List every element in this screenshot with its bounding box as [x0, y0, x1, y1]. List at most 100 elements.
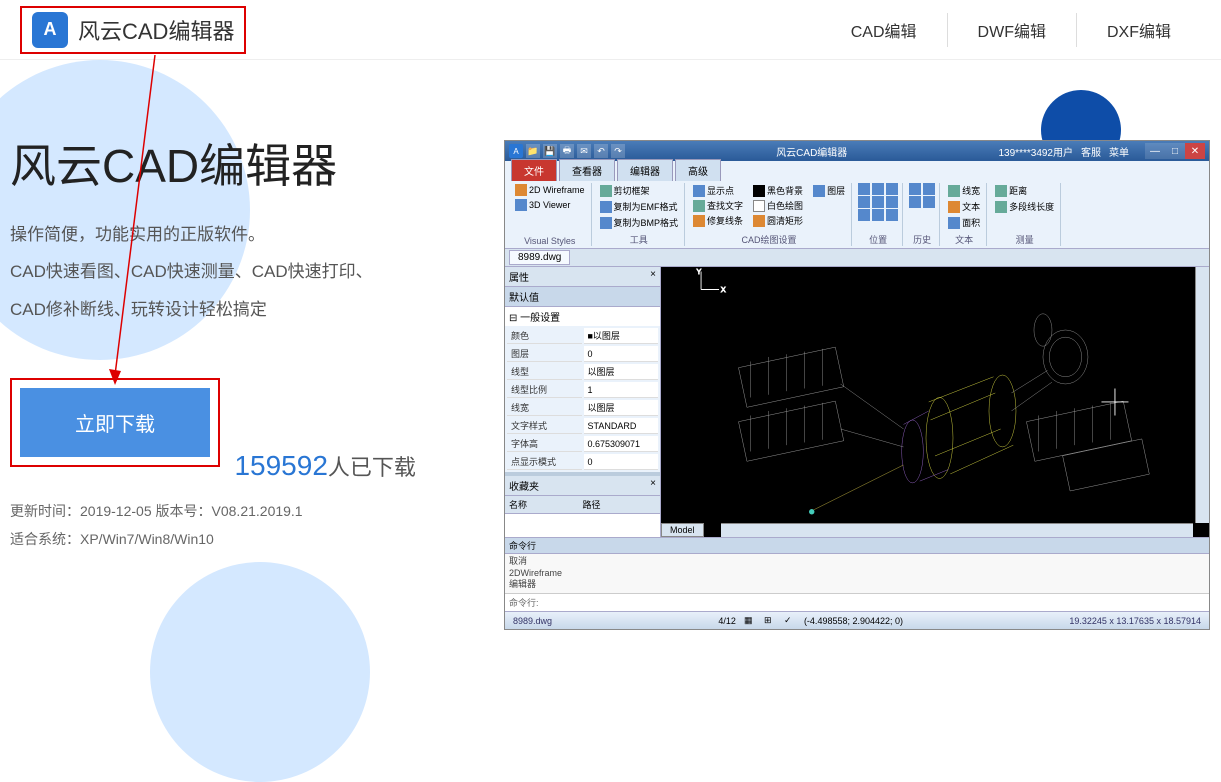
prop-row[interactable]: 线宽以图层 [507, 400, 658, 416]
fix-line-button[interactable]: 修复线条 [691, 213, 745, 228]
status-bar: 8989.dwg 4/12 ▦ ⊞ ✓ (-4.498558; 2.904422… [505, 611, 1209, 629]
ruler-icon [995, 185, 1007, 197]
prop-row[interactable]: 文字样式STANDARD [507, 418, 658, 434]
main-area: 属性 × 默认值 ⊟ 一般设置 颜色■以图层 图层0 线型以图层 线型比例1 线… [505, 267, 1209, 537]
tab-viewer[interactable]: 查看器 [559, 159, 615, 181]
mail-icon[interactable]: ✉ [577, 144, 591, 158]
minimize-button[interactable]: — [1145, 143, 1165, 159]
find-text-button[interactable]: 查找文字 [691, 198, 745, 213]
favorites-columns: 名称 路径 [505, 496, 660, 514]
horizontal-scrollbar[interactable] [721, 523, 1193, 537]
back-icon[interactable] [909, 183, 921, 195]
zoom-out-icon[interactable] [872, 183, 884, 195]
polyline-icon [995, 201, 1007, 213]
print-icon[interactable]: 🖶 [560, 144, 574, 158]
ribbon-group-label: 历史 [909, 231, 935, 246]
tab-file[interactable]: 文件 [511, 159, 557, 181]
command-area: 命令行 取消 2DWireframe 编辑器 命令行: [505, 537, 1209, 611]
prop-row[interactable]: 线型以图层 [507, 364, 658, 380]
tab-advanced[interactable]: 高级 [675, 159, 721, 181]
line-icon [948, 185, 960, 197]
nav-cad-edit[interactable]: CAD编辑 [821, 13, 947, 47]
menu-link[interactable]: 菜单 [1109, 144, 1129, 159]
status-dimensions: 19.32245 x 13.17635 x 18.57914 [1065, 616, 1205, 626]
search-icon [693, 200, 705, 212]
ribbon-group-label: 位置 [858, 231, 898, 246]
redo-icon[interactable]: ↷ [611, 144, 625, 158]
text-button[interactable]: 文本 [946, 199, 982, 214]
copy-emf-button[interactable]: 复制为EMF格式 [598, 199, 681, 214]
close-button[interactable]: ✕ [1185, 143, 1205, 159]
snap-icon[interactable]: ⊞ [764, 615, 776, 627]
layer-button[interactable]: 图层 [811, 183, 847, 198]
linewidth-button[interactable]: 线宽 [946, 183, 982, 198]
maximize-button[interactable]: □ [1165, 143, 1185, 159]
command-input-line[interactable]: 命令行: [505, 594, 1209, 611]
nav-dxf-edit[interactable]: DXF编辑 [1076, 13, 1201, 47]
svg-text:Y: Y [697, 267, 702, 276]
prop-row[interactable]: 字体高0.675309071 [507, 436, 658, 452]
status-coords: (-4.498558; 2.904422; 0) [804, 616, 903, 626]
cad-app-window: A 📁 💾 🖶 ✉ ↶ ↷ 风云CAD编辑器 139****3492用户 客服 … [504, 140, 1210, 630]
grid-icon[interactable]: ▦ [744, 615, 756, 627]
default-value-section[interactable]: 默认值 [505, 287, 660, 307]
undo-icon[interactable]: ↶ [594, 144, 608, 158]
download-highlight-box: 立即下载 [10, 378, 220, 467]
logo-area[interactable]: A 风云CAD编辑器 [20, 6, 246, 54]
zoom-window-icon[interactable] [886, 196, 898, 208]
ribbon-tabs: 文件 查看器 编辑器 高级 [505, 161, 1209, 181]
app-name: 风云CAD编辑器 [78, 14, 234, 46]
black-bg-button[interactable]: 黑色背景 [751, 183, 805, 198]
model-space-tab[interactable]: Model [661, 523, 704, 537]
user-label[interactable]: 139****3492用户 [999, 144, 1074, 159]
cut-frame-button[interactable]: 剪切框架 [598, 183, 681, 198]
copy-icon [600, 201, 612, 213]
tab-editor[interactable]: 编辑器 [617, 159, 673, 181]
service-link[interactable]: 客服 [1081, 144, 1101, 159]
download-button[interactable]: 立即下载 [20, 388, 210, 457]
area-icon [948, 217, 960, 229]
show-point-button[interactable]: 显示点 [691, 183, 745, 198]
view-icon[interactable] [872, 209, 884, 221]
open-icon[interactable]: 📁 [526, 144, 540, 158]
prop-row[interactable]: 线型比例1 [507, 382, 658, 398]
os-info: 适合系统：XP/Win7/Win8/Win10 [10, 525, 470, 553]
prop-row[interactable]: 颜色■以图层 [507, 328, 658, 344]
general-settings-header[interactable]: ⊟ 一般设置 [505, 307, 660, 326]
ribbon-group-tools: 剪切框架 复制为EMF格式 复制为BMP格式 工具 [594, 183, 686, 246]
prop-row[interactable]: 图层0 [507, 346, 658, 362]
rotate-icon[interactable] [872, 196, 884, 208]
save-icon[interactable]: 💾 [543, 144, 557, 158]
pan-icon[interactable] [858, 196, 870, 208]
area-button[interactable]: 面积 [946, 215, 982, 230]
bg-decoration [150, 562, 370, 782]
favorites-header: 收藏夹 × [505, 476, 660, 496]
meta-info: 更新时间：2019-12-05 版本号：V08.21.2019.1 适合系统：X… [10, 497, 470, 553]
distance-button[interactable]: 距离 [993, 183, 1056, 198]
forward-icon[interactable] [923, 183, 935, 195]
white-draw-button[interactable]: 白色绘图 [751, 198, 805, 213]
copy-bmp-button[interactable]: 复制为BMP格式 [598, 215, 681, 230]
zoom-fit-icon[interactable] [886, 183, 898, 195]
zoom-in-icon[interactable] [858, 183, 870, 195]
first-icon[interactable] [909, 196, 921, 208]
view-icon[interactable] [858, 209, 870, 221]
ribbon-group-history: 历史 [905, 183, 940, 246]
wireframe-2d-button[interactable]: 2D Wireframe [513, 183, 587, 197]
view-icon[interactable] [886, 209, 898, 221]
drawing-viewport[interactable]: XY [661, 267, 1209, 537]
close-panel-icon[interactable]: × [650, 478, 656, 493]
last-icon[interactable] [923, 196, 935, 208]
close-panel-icon[interactable]: × [650, 269, 656, 284]
hero-title: 风云CAD编辑器 [10, 130, 470, 196]
vertical-scrollbar[interactable] [1195, 267, 1209, 523]
nav-dwf-edit[interactable]: DWF编辑 [947, 13, 1076, 47]
viewer-3d-button[interactable]: 3D Viewer [513, 198, 587, 212]
prop-row[interactable]: 点显示模式0 [507, 454, 658, 470]
ortho-icon[interactable]: ✓ [784, 615, 796, 627]
polyline-length-button[interactable]: 多段线长度 [993, 199, 1056, 214]
document-tab[interactable]: 8989.dwg [509, 250, 570, 265]
round-rect-icon [753, 215, 765, 227]
properties-label: 属性 [509, 269, 529, 284]
round-rect-button[interactable]: 圆清矩形 [751, 213, 805, 228]
